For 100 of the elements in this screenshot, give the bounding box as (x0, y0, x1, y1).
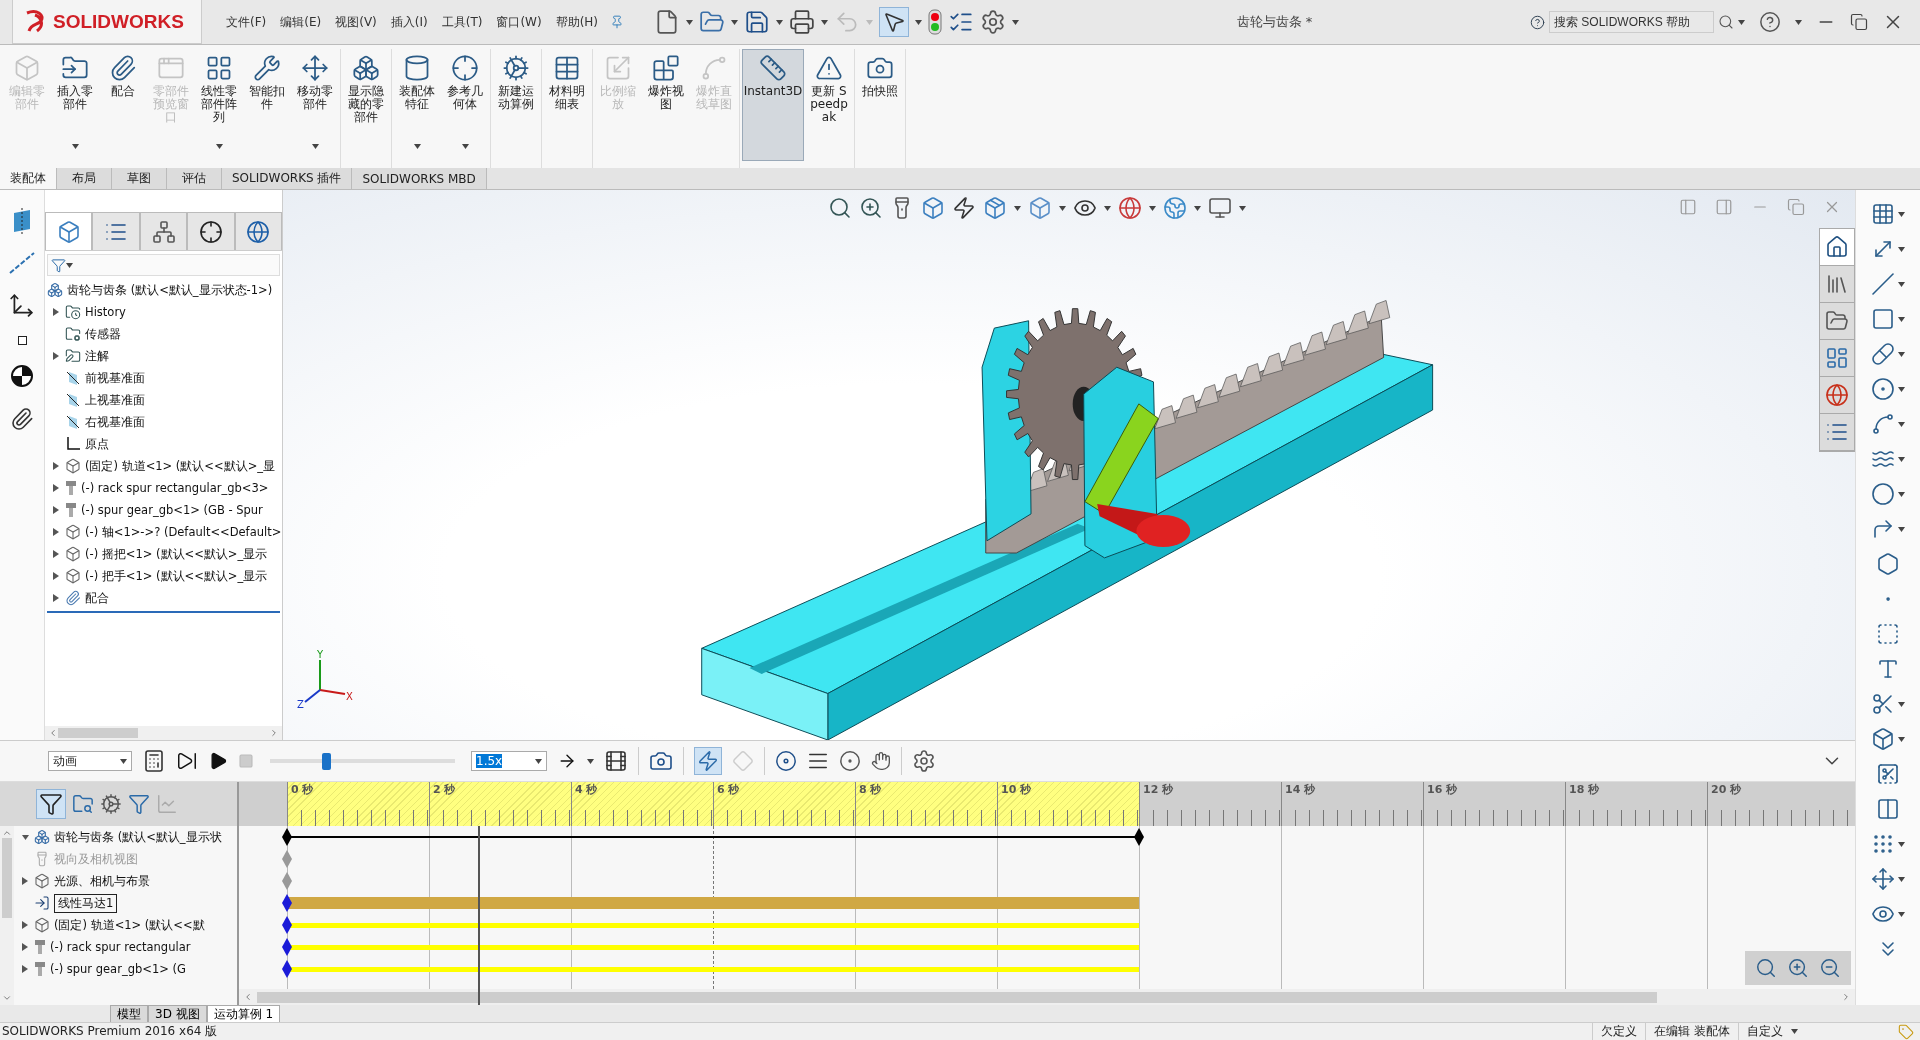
menu-item[interactable]: 编辑(E) (280, 13, 322, 31)
part-icon[interactable] (65, 568, 81, 584)
globe-icon[interactable] (1118, 196, 1142, 220)
task-pane-tab[interactable] (1820, 414, 1854, 451)
command-tab[interactable]: SOLIDWORKS MBD (352, 168, 487, 189)
caret-icon[interactable] (461, 144, 469, 149)
caret-icon[interactable] (1898, 736, 1905, 742)
keyframe-icon[interactable] (1134, 828, 1144, 846)
expand-arrow-icon[interactable] (53, 462, 59, 470)
caret-icon[interactable] (1898, 386, 1905, 392)
menu-item[interactable]: 插入(I) (390, 13, 428, 31)
command-tab[interactable]: 评估 (167, 168, 222, 189)
caret-icon[interactable] (71, 144, 79, 149)
globe-icon[interactable] (246, 219, 271, 244)
zoom-in-icon[interactable] (859, 196, 883, 220)
caret-icon[interactable] (1898, 841, 1905, 847)
cube-icon[interactable] (56, 219, 81, 244)
keyframe-icon[interactable] (282, 916, 292, 934)
tree-item[interactable]: 注解 (85, 348, 109, 364)
point-icon[interactable] (17, 336, 27, 345)
task-pane-tab[interactable] (1820, 340, 1854, 377)
caret-icon[interactable] (1898, 456, 1905, 462)
menu-item[interactable]: 视图(V) (335, 13, 377, 31)
task-pane-tab[interactable] (1820, 303, 1854, 340)
logo[interactable]: SOLIDWORKS (12, 0, 202, 44)
caret-icon[interactable] (311, 144, 319, 149)
folder-clock-icon[interactable] (65, 304, 81, 320)
trim-icon[interactable] (1871, 692, 1895, 716)
study-tree-item[interactable]: (固定) 轨道<1> (默认<<默 (54, 917, 205, 933)
expand-arrow-icon[interactable] (53, 572, 59, 580)
caret-icon[interactable] (1791, 1029, 1798, 1034)
caret-icon[interactable] (1898, 281, 1905, 287)
expand-arrow-icon[interactable] (53, 506, 59, 514)
menu-item[interactable]: 文件(F) (226, 13, 267, 31)
caret-icon[interactable] (1104, 205, 1111, 211)
help-icon[interactable] (1530, 14, 1545, 30)
bottom-tab[interactable]: 运动算例 1 (206, 1005, 281, 1022)
crosshair-icon[interactable] (198, 219, 223, 244)
cube-icon[interactable] (983, 196, 1007, 220)
tree-item[interactable]: 上视基准面 (85, 392, 145, 408)
expand-arrow-icon[interactable] (22, 943, 28, 951)
polygon-icon[interactable] (1876, 552, 1900, 576)
filter-field[interactable] (47, 254, 280, 276)
settings-icon[interactable] (912, 749, 936, 773)
caret-icon[interactable] (1898, 351, 1905, 357)
caret-icon[interactable] (120, 758, 127, 764)
ribbon-button[interactable]: Instant3D (742, 49, 804, 161)
paperclip-icon[interactable] (65, 590, 81, 606)
caret-icon[interactable] (1898, 246, 1905, 252)
tree-item[interactable]: 前视基准面 (85, 370, 145, 386)
monitor-icon[interactable] (1208, 196, 1232, 220)
scrollbar-thumb[interactable] (58, 728, 138, 738)
study-tree-item[interactable]: (-) rack spur rectangular (50, 940, 191, 954)
part-icon[interactable] (65, 546, 81, 562)
part-icon[interactable] (34, 873, 50, 889)
zoom-fit-icon[interactable] (1755, 957, 1777, 979)
ribbon-button[interactable]: 爆炸视图 (643, 49, 689, 161)
zoom-in-icon[interactable] (1787, 957, 1809, 979)
caret-icon[interactable] (821, 19, 829, 25)
task-pane-tab[interactable] (1820, 266, 1854, 303)
caret-icon[interactable] (686, 19, 694, 25)
books-icon[interactable] (1825, 272, 1849, 296)
tree-item[interactable]: (-) rack spur rectangular_gb<3> (81, 481, 269, 495)
caret-icon[interactable] (776, 19, 784, 25)
tree-item[interactable]: (-) spur gear_gb<1> (GB - Spur (81, 503, 263, 517)
caret-icon[interactable] (1059, 205, 1066, 211)
globe-icon[interactable] (1825, 383, 1849, 407)
ribbon-button[interactable]: 显示隐藏的零部件 (343, 49, 389, 161)
coordinate-system-icon[interactable] (9, 292, 35, 318)
ribbon-button[interactable]: 装配体特征 (394, 49, 440, 161)
study-tree-item[interactable]: 线性马达1 (54, 893, 118, 913)
tree-item[interactable]: (-) 摇把<1> (默认<<默认>_显示 (85, 546, 268, 562)
help-icon[interactable] (1759, 11, 1781, 33)
camera-icon[interactable] (649, 749, 673, 773)
caret-icon[interactable] (1194, 205, 1201, 211)
time-bar[interactable] (478, 826, 481, 1005)
tree-item[interactable]: 传感器 (85, 326, 121, 342)
ribbon-button[interactable]: 材料明细表 (544, 49, 590, 161)
task-pane-tab[interactable] (1820, 377, 1854, 414)
ribbon-button[interactable]: 线性零部件阵列 (196, 49, 242, 161)
caret-icon[interactable] (1898, 526, 1905, 532)
caret-icon[interactable] (1898, 211, 1905, 217)
expand-arrow-icon[interactable] (53, 484, 59, 492)
caret-icon[interactable] (535, 758, 542, 764)
expand-arrow-icon[interactable] (53, 550, 59, 558)
traffic-light-icon[interactable] (928, 9, 943, 35)
tree-item[interactable]: (固定) 轨道<1> (默认<<默认>_显 (85, 458, 276, 474)
search-field[interactable]: 搜索 SOLIDWORKS 帮助 (1549, 11, 1714, 33)
study-tree-item[interactable]: (-) spur gear_gb<1> (G (50, 962, 186, 976)
folder-filter-icon[interactable] (72, 793, 94, 815)
caret-icon[interactable] (1898, 421, 1905, 427)
pattern-icon[interactable] (1871, 832, 1895, 856)
zap-icon[interactable] (952, 196, 976, 220)
center-of-mass-icon[interactable] (9, 363, 35, 389)
expand-arrow-icon[interactable] (22, 965, 28, 973)
expand-arrow-icon[interactable] (21, 833, 29, 841)
expand-arrow-icon[interactable] (53, 308, 59, 316)
caret-icon[interactable] (915, 19, 923, 25)
tree-item[interactable]: History (85, 305, 126, 319)
folder-icon[interactable] (65, 348, 81, 364)
